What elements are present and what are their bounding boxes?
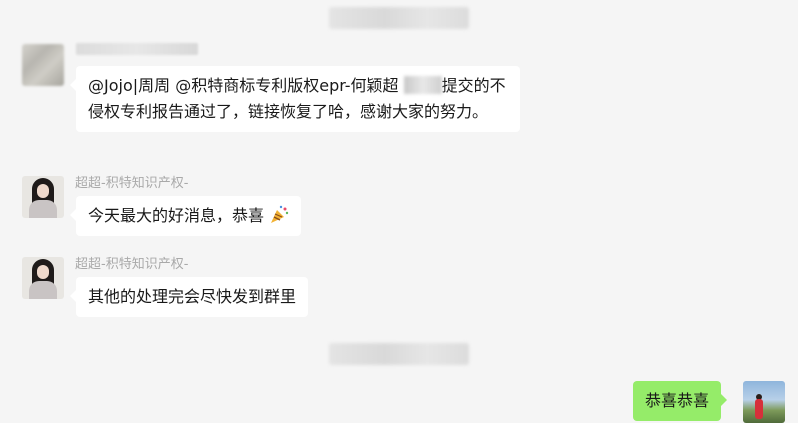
avatar-redacted[interactable] bbox=[22, 44, 64, 86]
sender-name: 超超-积特知识产权- bbox=[75, 176, 189, 191]
message-text: 其他的处理完会尽快发到群里 bbox=[88, 287, 297, 306]
sender-name-redacted bbox=[76, 43, 198, 55]
message-bubble-3[interactable]: 其他的处理完会尽快发到群里 bbox=[69, 277, 309, 317]
message-bubble-1[interactable]: @Jojo|周周 @积特商标专利版权epr-何颖超 提交的不侵权专利报告通过了，… bbox=[70, 66, 520, 132]
avatar-sender[interactable] bbox=[22, 257, 64, 299]
avatar-sender[interactable] bbox=[22, 176, 64, 218]
timestamp-redacted bbox=[329, 343, 469, 365]
avatar-self[interactable] bbox=[743, 381, 785, 423]
message-text-part-1: @Jojo|周周 @积特商标专利版权epr-何颖超 bbox=[88, 76, 404, 95]
sender-name: 超超-积特知识产权- bbox=[75, 257, 189, 272]
message-bubble-outgoing[interactable]: 恭喜恭喜 bbox=[633, 381, 728, 421]
message-text: 今天最大的好消息，恭喜 bbox=[88, 206, 265, 225]
party-popper-icon bbox=[271, 205, 289, 223]
redacted-text bbox=[403, 76, 442, 94]
timestamp-redacted bbox=[329, 7, 469, 29]
message-bubble-2[interactable]: 今天最大的好消息，恭喜 bbox=[69, 196, 302, 236]
message-text: 恭喜恭喜 bbox=[645, 391, 710, 410]
